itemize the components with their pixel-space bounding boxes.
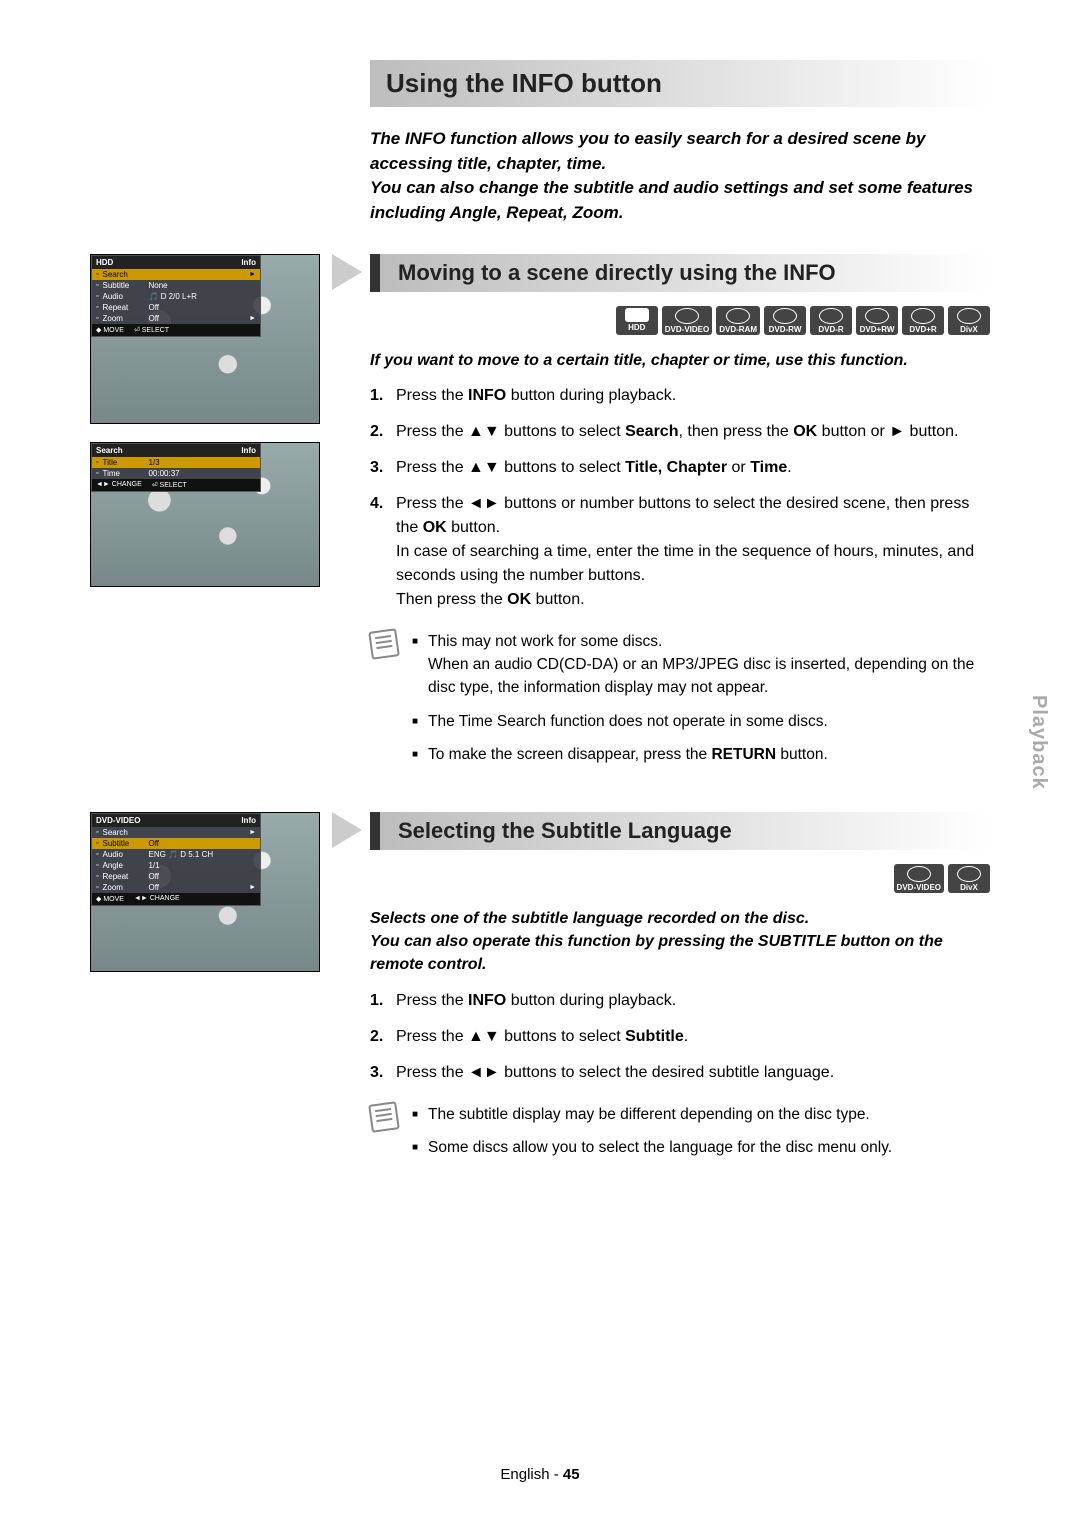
section2-desc: Selects one of the subtitle language rec… bbox=[370, 907, 990, 977]
note-item: This may not work for some discs.When an… bbox=[412, 630, 990, 700]
page-footer: English - 45 bbox=[0, 1466, 1080, 1483]
screenshot-info-osd-dvd: DVD-VIDEOInfo ▫Search►▫SubtitleOff▫Audio… bbox=[90, 812, 320, 972]
media-badge: DVD-RW bbox=[764, 306, 806, 335]
section1-steps: 1.Press the INFO button during playback.… bbox=[370, 384, 990, 612]
section1-desc: If you want to move to a certain title, … bbox=[370, 349, 990, 372]
step-item: 3.Press the ◄► buttons to select the des… bbox=[370, 1061, 990, 1085]
intro-text: The INFO function allows you to easily s… bbox=[370, 127, 990, 226]
note-item: The Time Search function does not operat… bbox=[412, 710, 990, 733]
media-badges-row: HDDDVD-VIDEODVD-RAMDVD-RWDVD-RDVD+RWDVD+… bbox=[370, 306, 990, 335]
section-heading-moving-scene: Moving to a scene directly using the INF… bbox=[370, 254, 990, 292]
media-badge: DVD-VIDEO bbox=[894, 864, 944, 893]
note-item: Some discs allow you to select the langu… bbox=[412, 1136, 892, 1159]
step-item: 2.Press the ▲▼ buttons to select Search,… bbox=[370, 420, 990, 444]
note-item: To make the screen disappear, press the … bbox=[412, 743, 990, 766]
media-badge: DVD-R bbox=[810, 306, 852, 335]
note-icon bbox=[368, 1101, 400, 1133]
step-item: 4.Press the ◄► buttons or number buttons… bbox=[370, 492, 990, 612]
note-item: The subtitle display may be different de… bbox=[412, 1103, 892, 1126]
section2-notes: The subtitle display may be different de… bbox=[412, 1103, 892, 1170]
section2-steps: 1.Press the INFO button during playback.… bbox=[370, 989, 990, 1085]
media-badge: DVD-RAM bbox=[716, 306, 760, 335]
media-badges-row-2: DVD-VIDEODivX bbox=[370, 864, 990, 893]
screenshot-info-osd-hdd: HDDInfo ▫Search►▫SubtitleNone▫Audio🎵 D 2… bbox=[90, 254, 320, 424]
screenshot-info-osd-search: SearchInfo ▫Title1/3▫Time00:00:37 ◄► CHA… bbox=[90, 442, 320, 587]
step-item: 1.Press the INFO button during playback. bbox=[370, 384, 990, 408]
page-title-bar: Using the INFO button bbox=[370, 60, 990, 107]
step-item: 3.Press the ▲▼ buttons to select Title, … bbox=[370, 456, 990, 480]
step-item: 2.Press the ▲▼ buttons to select Subtitl… bbox=[370, 1025, 990, 1049]
media-badge: DVD+RW bbox=[856, 306, 898, 335]
section-heading-subtitle-lang: Selecting the Subtitle Language bbox=[370, 812, 990, 850]
media-badge: DVD+R bbox=[902, 306, 944, 335]
media-badge: DivX bbox=[948, 306, 990, 335]
step-item: 1.Press the INFO button during playback. bbox=[370, 989, 990, 1013]
media-badge: DVD-VIDEO bbox=[662, 306, 712, 335]
section1-notes: This may not work for some discs.When an… bbox=[412, 630, 990, 776]
media-badge: DivX bbox=[948, 864, 990, 893]
side-tab: Playback bbox=[1027, 695, 1050, 790]
note-icon bbox=[368, 628, 400, 660]
media-badge: HDD bbox=[616, 306, 658, 335]
